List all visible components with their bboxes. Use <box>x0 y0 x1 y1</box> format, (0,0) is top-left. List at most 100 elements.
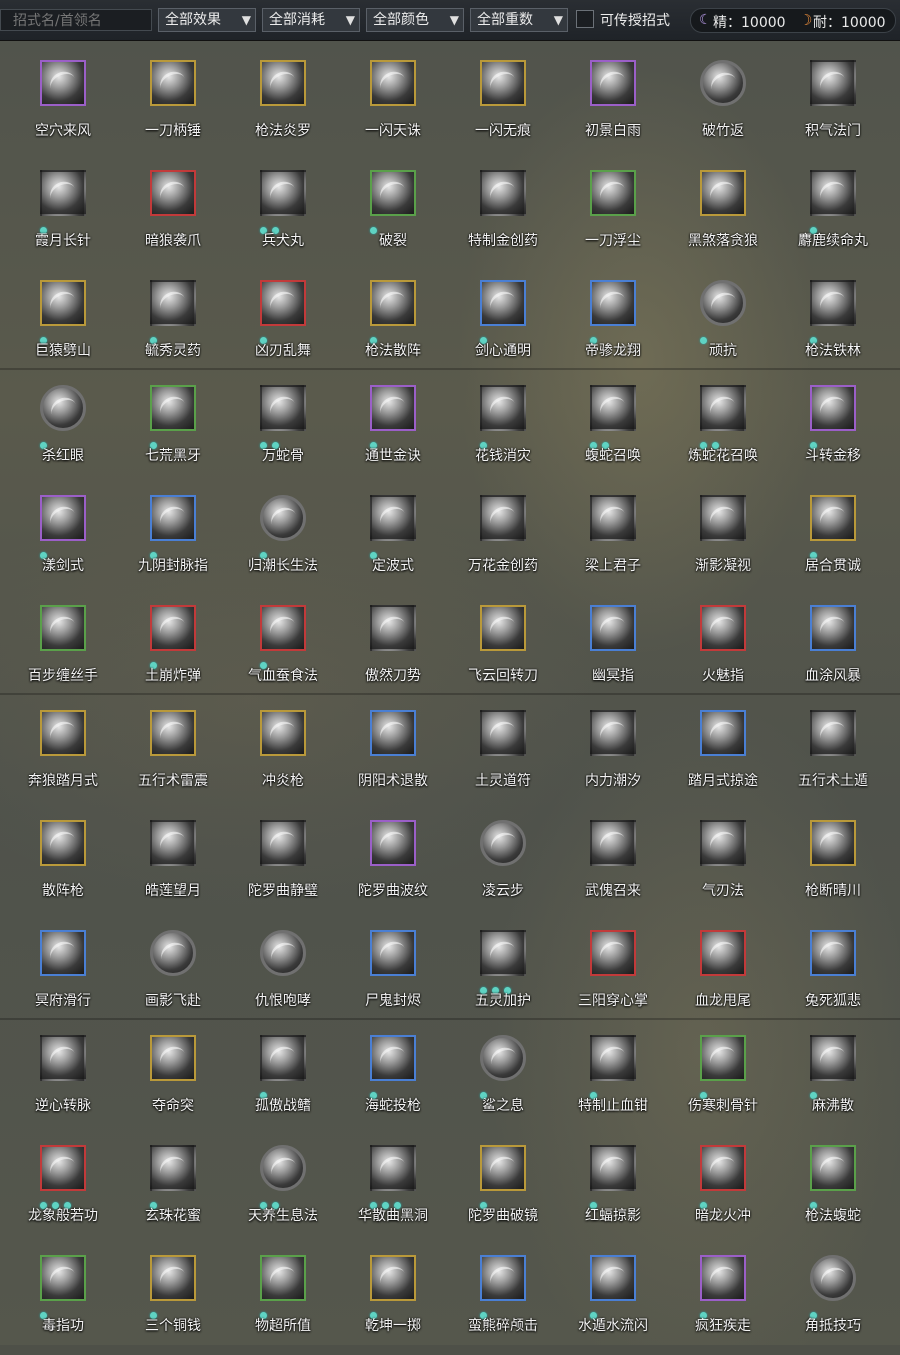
skill-icon[interactable] <box>590 60 636 106</box>
skill-icon[interactable] <box>700 385 746 431</box>
skill-card[interactable]: 五行术雷震 <box>118 700 228 810</box>
skill-card[interactable]: 暗龙火冲 <box>668 1135 778 1245</box>
skill-card[interactable]: 枪法炎罗 <box>228 50 338 160</box>
skill-card[interactable]: 土崩炸弹 <box>118 595 228 705</box>
search-input[interactable] <box>1 11 153 31</box>
skill-card[interactable]: 疯狂疾走 <box>668 1245 778 1355</box>
skill-icon[interactable] <box>700 170 746 216</box>
skill-icon[interactable] <box>700 820 746 866</box>
skill-icon[interactable] <box>480 280 526 326</box>
skill-icon[interactable] <box>260 710 306 756</box>
skill-icon[interactable] <box>480 1255 526 1301</box>
skill-card[interactable]: 角抵技巧 <box>778 1245 888 1355</box>
skill-icon[interactable] <box>40 820 86 866</box>
skill-icon[interactable] <box>810 1145 856 1191</box>
skill-card[interactable]: 一刀柄锤 <box>118 50 228 160</box>
skill-icon[interactable] <box>810 605 856 651</box>
skill-card[interactable]: 梁上君子 <box>558 485 668 595</box>
skill-card[interactable]: 画影飞赴 <box>118 920 228 1030</box>
skill-card[interactable]: 鲨之息 <box>448 1025 558 1135</box>
skill-icon[interactable] <box>480 60 526 106</box>
skill-card[interactable]: 气刃法 <box>668 810 778 920</box>
skill-card[interactable]: 定波式 <box>338 485 448 595</box>
skill-icon[interactable] <box>480 605 526 651</box>
skill-icon[interactable] <box>480 710 526 756</box>
skill-icon[interactable] <box>590 605 636 651</box>
skill-card[interactable]: 枪法散阵 <box>338 270 448 380</box>
search-box[interactable] <box>0 9 153 31</box>
tier-filter-dropdown[interactable]: 全部重数 ▼ <box>470 8 568 32</box>
skill-card[interactable]: 巨猿劈山 <box>8 270 118 380</box>
skill-card[interactable]: 皓莲望月 <box>118 810 228 920</box>
skill-icon[interactable] <box>700 1255 746 1301</box>
skill-icon[interactable] <box>590 710 636 756</box>
skill-card[interactable]: 物超所值 <box>228 1245 338 1355</box>
skill-card[interactable]: 尸鬼封烬 <box>338 920 448 1030</box>
skill-card[interactable]: 一刀浮尘 <box>558 160 668 270</box>
skill-card[interactable]: 暗狼袭爪 <box>118 160 228 270</box>
skill-card[interactable]: 毒指功 <box>8 1245 118 1355</box>
skill-card[interactable]: 剑心通明 <box>448 270 558 380</box>
skill-icon[interactable] <box>590 495 636 541</box>
skill-icon[interactable] <box>700 1145 746 1191</box>
skill-card[interactable]: 特制止血钳 <box>558 1025 668 1135</box>
skill-card[interactable]: 三个铜钱 <box>118 1245 228 1355</box>
skill-icon[interactable] <box>590 930 636 976</box>
skill-card[interactable]: 破竹返 <box>668 50 778 160</box>
skill-card[interactable]: 麻沸散 <box>778 1025 888 1135</box>
skill-card[interactable]: 奔狼踏月式 <box>8 700 118 810</box>
skill-icon[interactable] <box>810 820 856 866</box>
skill-icon[interactable] <box>150 605 196 651</box>
transferable-checkbox[interactable] <box>576 10 594 28</box>
skill-card[interactable]: 斗转金移 <box>778 375 888 485</box>
skill-icon[interactable] <box>260 385 306 431</box>
skill-card[interactable]: 蛮熊碎颅击 <box>448 1245 558 1355</box>
skill-card[interactable]: 仇恨咆哮 <box>228 920 338 1030</box>
skill-icon[interactable] <box>480 170 526 216</box>
skill-icon[interactable] <box>150 170 196 216</box>
skill-card[interactable]: 枪法蝮蛇 <box>778 1135 888 1245</box>
skill-icon[interactable] <box>40 1255 86 1301</box>
skill-icon[interactable] <box>40 930 86 976</box>
skill-icon[interactable] <box>150 495 196 541</box>
skill-card[interactable]: 漾剑式 <box>8 485 118 595</box>
skill-icon[interactable] <box>150 60 196 106</box>
skill-card[interactable]: 阴阳术退散 <box>338 700 448 810</box>
skill-icon[interactable] <box>260 1035 306 1081</box>
cost-filter-dropdown[interactable]: 全部消耗 ▼ <box>262 8 360 32</box>
skill-card[interactable]: 一闪天诛 <box>338 50 448 160</box>
skill-icon[interactable] <box>810 385 856 431</box>
skill-icon[interactable] <box>150 385 196 431</box>
skill-card[interactable]: 帝骖龙翔 <box>558 270 668 380</box>
skill-card[interactable]: 百步缠丝手 <box>8 595 118 705</box>
skill-icon[interactable] <box>370 1255 416 1301</box>
skill-card[interactable]: 冲炎枪 <box>228 700 338 810</box>
skill-icon[interactable] <box>150 710 196 756</box>
skill-icon[interactable] <box>480 1145 526 1191</box>
skill-card[interactable]: 归潮长生法 <box>228 485 338 595</box>
skill-icon[interactable] <box>150 1145 196 1191</box>
color-filter-dropdown[interactable]: 全部颜色 ▼ <box>366 8 464 32</box>
skill-card[interactable]: 龙象般若功 <box>8 1135 118 1245</box>
skill-icon[interactable] <box>40 280 86 326</box>
skill-card[interactable]: 玄珠花蜜 <box>118 1135 228 1245</box>
skill-icon[interactable] <box>590 1145 636 1191</box>
skill-icon[interactable] <box>260 605 306 651</box>
skill-card[interactable]: 兔死狐悲 <box>778 920 888 1030</box>
skill-icon[interactable] <box>480 1035 526 1081</box>
skill-icon[interactable] <box>370 385 416 431</box>
skill-card[interactable]: 特制金创药 <box>448 160 558 270</box>
skill-card[interactable]: 红蝠掠影 <box>558 1135 668 1245</box>
skill-card[interactable]: 居合贯诚 <box>778 485 888 595</box>
skill-card[interactable]: 陀罗曲波纹 <box>338 810 448 920</box>
skill-icon[interactable] <box>700 710 746 756</box>
skill-icon[interactable] <box>260 1145 306 1191</box>
skill-icon[interactable] <box>40 605 86 651</box>
skill-card[interactable]: 飞云回转刀 <box>448 595 558 705</box>
skill-card[interactable]: 枪法铁林 <box>778 270 888 380</box>
skill-icon[interactable] <box>260 1255 306 1301</box>
skill-card[interactable]: 万蛇骨 <box>228 375 338 485</box>
skill-icon[interactable] <box>40 385 86 431</box>
skill-icon[interactable] <box>480 930 526 976</box>
skill-icon[interactable] <box>700 930 746 976</box>
